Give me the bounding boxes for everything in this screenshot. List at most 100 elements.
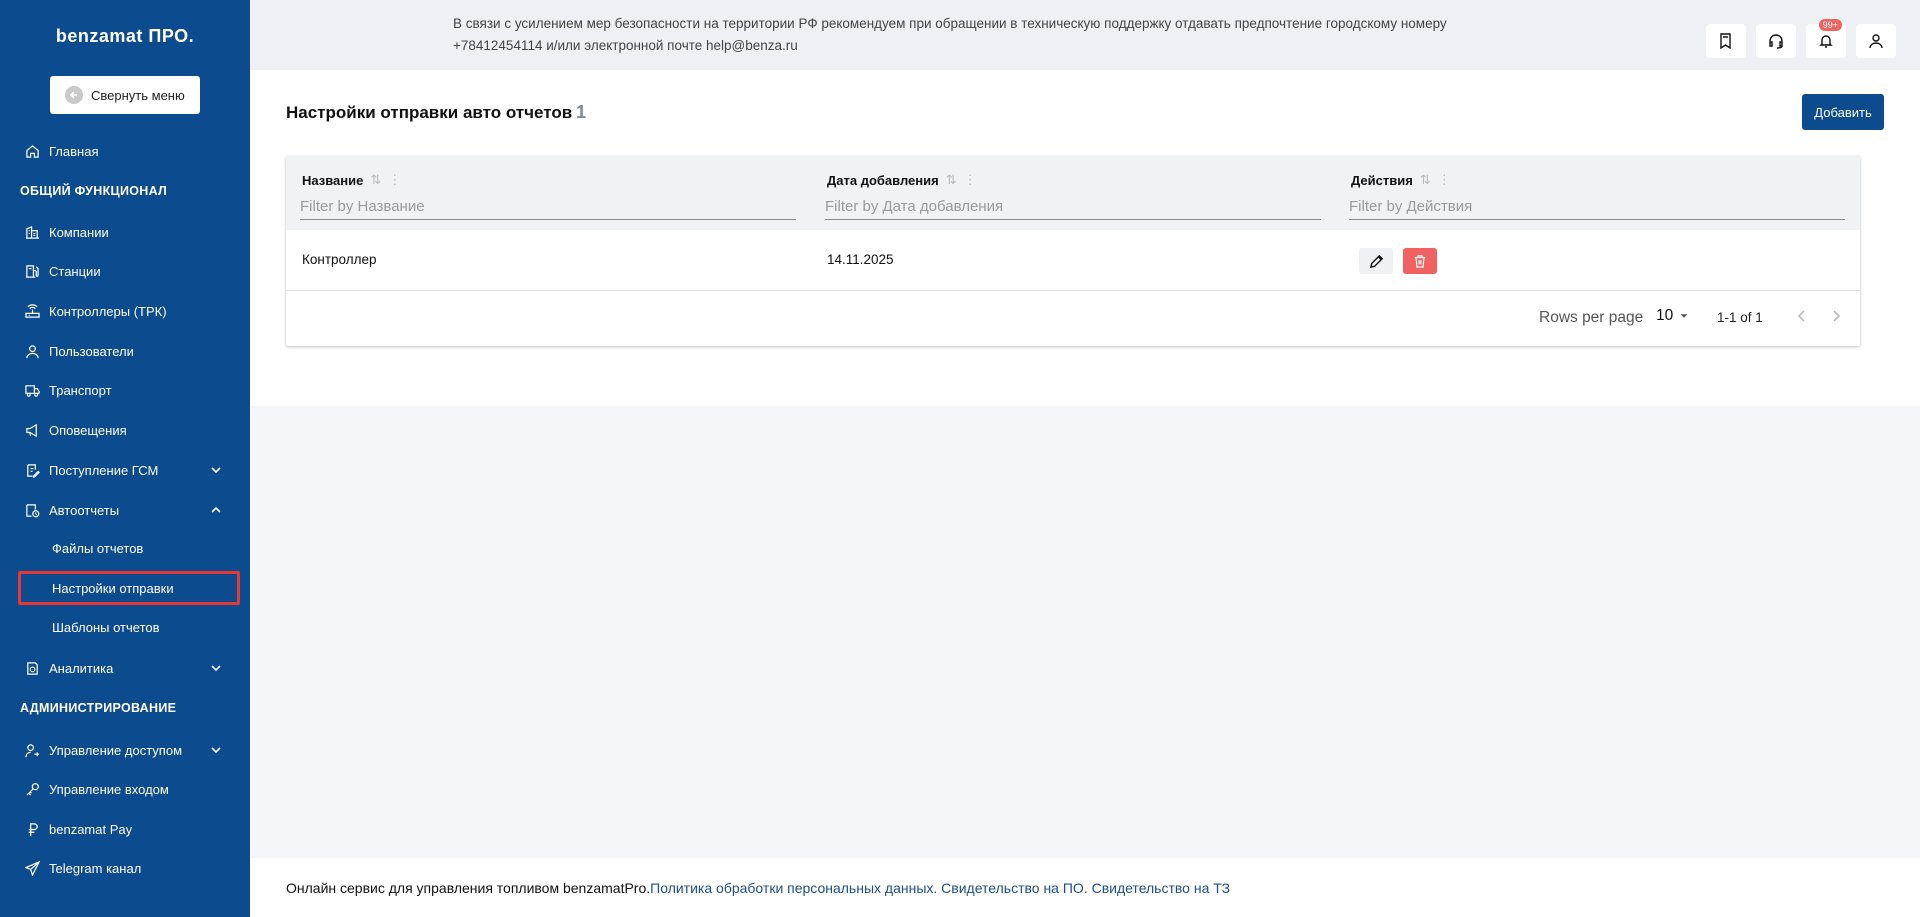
page-title-text: Настройки отправки авто отчетов: [286, 103, 573, 122]
notification-badge: 99+: [1818, 19, 1842, 31]
column-header-name[interactable]: Название ⇅ ⋮: [302, 172, 401, 188]
send-icon: [24, 860, 40, 876]
collapse-menu-label: Свернуть меню: [91, 87, 185, 103]
bell-icon[interactable]: 99+: [1806, 19, 1846, 58]
sidebar-item-home[interactable]: Главная: [0, 133, 250, 169]
sidebar-item-autoreports[interactable]: Автоотчеты: [0, 492, 250, 528]
clipboard-edit-icon: [24, 462, 40, 478]
headset-icon[interactable]: [1756, 24, 1796, 58]
pencil-icon: [1369, 254, 1383, 268]
chevron-down-icon: [211, 467, 221, 474]
sidebar-item-analytics[interactable]: Аналитика: [0, 650, 250, 686]
sidebar-item-stations[interactable]: Станции: [0, 253, 250, 289]
chevron-up-icon: [211, 506, 221, 513]
column-header-date[interactable]: Дата добавления ⇅ ⋮: [827, 172, 977, 188]
sidebar-item-access-control[interactable]: Управление доступом: [0, 732, 250, 768]
add-button[interactable]: Добавить: [1802, 94, 1884, 130]
report-clock-icon: [24, 502, 40, 518]
prev-page-icon[interactable]: [1794, 308, 1810, 329]
logo: benzamat ПРО.: [55, 26, 195, 46]
page-count: 1: [576, 102, 587, 122]
sidebar-subitem-report-templates[interactable]: Шаблоны отчетов: [52, 620, 160, 635]
sidebar-item-label: Управление входом: [49, 781, 169, 797]
filter-name-input[interactable]: [300, 193, 796, 220]
privacy-policy-link[interactable]: Политика обработки персональных данных.: [650, 880, 937, 896]
trademark-certificate-link[interactable]: Свидетельство на ТЗ: [1092, 880, 1231, 896]
sidebar-item-companies[interactable]: Компании: [0, 214, 250, 250]
book-icon[interactable]: [1706, 24, 1746, 58]
router-icon: [24, 303, 40, 319]
sidebar-item-login-control[interactable]: Управление входом: [0, 771, 250, 807]
sidebar-item-label: Автоотчеты: [49, 502, 120, 518]
page-title: Настройки отправки авто отчетов 1: [286, 102, 586, 123]
column-menu-icon[interactable]: ⋮: [388, 172, 401, 188]
rows-per-page-value: 10: [1656, 307, 1674, 324]
column-label: Название: [302, 172, 364, 188]
column-menu-icon[interactable]: ⋮: [964, 172, 977, 188]
sidebar-item-label: Пользователи: [49, 343, 134, 359]
delete-button[interactable]: [1403, 248, 1437, 274]
sort-icon[interactable]: ⇅: [1420, 172, 1431, 188]
chevron-down-icon: [211, 747, 221, 754]
footer-text: Онлайн сервис для управления топливом be…: [286, 880, 1230, 896]
chevron-down-icon: [211, 665, 221, 672]
sidebar-item-benzamat-pay[interactable]: benzamat Pay: [0, 811, 250, 847]
column-header-actions[interactable]: Действия ⇅ ⋮: [1351, 172, 1451, 188]
sidebar-item-label: Поступление ГСМ: [49, 462, 159, 478]
data-table: Название ⇅ ⋮ Дата добавления ⇅ ⋮ Действи…: [286, 156, 1860, 346]
sidebar-item-telegram[interactable]: Telegram канал: [0, 850, 250, 886]
collapse-menu-button[interactable]: Свернуть меню: [50, 76, 200, 114]
caret-down-icon: [1680, 314, 1688, 318]
next-page-icon[interactable]: [1828, 308, 1844, 329]
edit-button[interactable]: [1359, 248, 1393, 274]
megaphone-icon: [24, 422, 40, 438]
sidebar-item-label: Транспорт: [49, 382, 112, 398]
column-menu-icon[interactable]: ⋮: [1438, 172, 1451, 188]
sidebar-item-label: Аналитика: [49, 660, 114, 676]
main-content: Настройки отправки авто отчетов 1 Добавит…: [250, 70, 1920, 406]
sidebar-item-label: Telegram канал: [49, 860, 142, 876]
table-header: Название ⇅ ⋮ Дата добавления ⇅ ⋮ Действи…: [286, 156, 1860, 230]
arrow-left-icon: [65, 86, 83, 104]
footer-description: Онлайн сервис для управления топливом be…: [286, 880, 651, 896]
column-label: Действия: [1351, 172, 1413, 188]
sidebar-item-transport[interactable]: Транспорт: [0, 372, 250, 408]
filter-actions-input[interactable]: [1349, 193, 1845, 220]
footer: Онлайн сервис для управления топливом be…: [250, 858, 1920, 917]
fuel-station-icon: [24, 263, 40, 279]
sidebar-item-label: Управление доступом: [49, 742, 183, 758]
sidebar-item-label: Станции: [49, 263, 101, 279]
cell-date: 14.11.2025: [827, 252, 894, 267]
ruble-icon: [24, 821, 40, 837]
software-certificate-link[interactable]: Свидетельство на ПО.: [941, 880, 1088, 896]
building-icon: [24, 224, 40, 240]
sidebar-item-notifications[interactable]: Оповещения: [0, 412, 250, 448]
sidebar-item-label: Компании: [49, 224, 109, 240]
sidebar: benzamat ПРО. Свернуть меню Главная ОБЩИ…: [0, 0, 250, 917]
filter-date-input[interactable]: [825, 193, 1321, 220]
security-notice: В связи с усилением мер безопасности на …: [453, 16, 1447, 53]
truck-icon: [24, 382, 40, 398]
user-key-icon: [24, 742, 40, 758]
section-admin: АДМИНИСТРИРОВАНИЕ: [20, 701, 177, 715]
sidebar-item-users[interactable]: Пользователи: [0, 333, 250, 369]
sort-icon[interactable]: ⇅: [370, 172, 381, 188]
rows-per-page-select[interactable]: 10: [1656, 307, 1691, 325]
pagination: Rows per page 10 1-1 of 1: [286, 290, 1860, 346]
sidebar-item-fuel-receipt[interactable]: Поступление ГСМ: [0, 452, 250, 488]
sidebar-item-controllers[interactable]: Контроллеры (ТРК): [0, 293, 250, 329]
table-row: Контроллер 14.11.2025: [286, 230, 1860, 291]
section-general: ОБЩИЙ ФУНКЦИОНАЛ: [20, 184, 168, 198]
analytics-icon: [24, 660, 40, 676]
trash-icon: [1414, 255, 1426, 268]
sidebar-item-label: Оповещения: [49, 422, 127, 438]
sort-icon[interactable]: ⇅: [946, 172, 957, 188]
user-icon[interactable]: [1856, 24, 1896, 58]
user-icon: [24, 343, 40, 359]
sidebar-subitem-send-settings[interactable]: Настройки отправки: [52, 581, 174, 596]
sidebar-subitem-report-files[interactable]: Файлы отчетов: [52, 541, 143, 556]
key-icon: [24, 781, 40, 797]
sidebar-item-label: Контроллеры (ТРК): [49, 303, 167, 319]
column-label: Дата добавления: [827, 172, 939, 188]
rows-per-page-label: Rows per page: [1539, 309, 1644, 326]
